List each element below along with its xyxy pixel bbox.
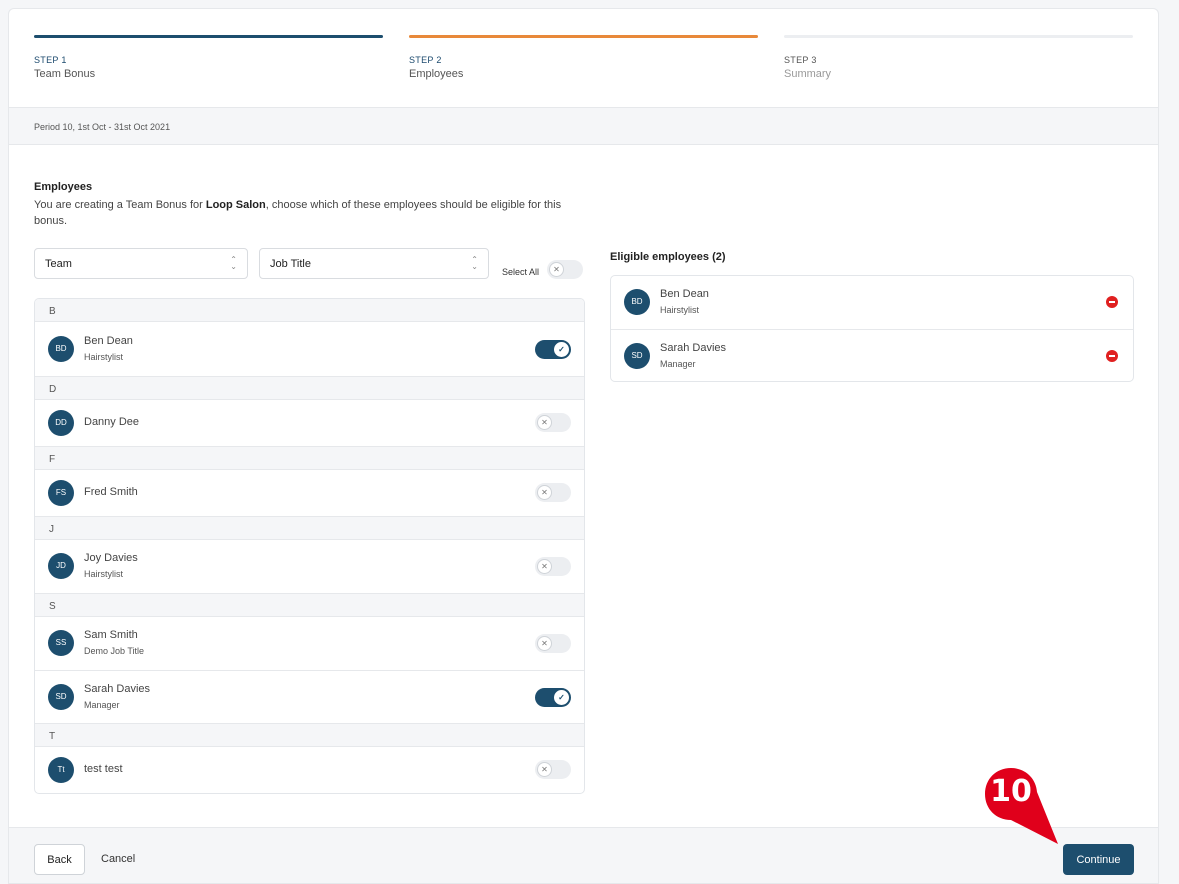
remove-circle-icon[interactable] [1106,350,1118,362]
step-3: STEP 3 Summary [784,35,1133,80]
employee-title: Manager [660,359,696,369]
employee-row-ben-dean[interactable]: BD Ben Dean Hairstylist ✓ [35,323,584,376]
employee-row-sarah-davies[interactable]: SD Sarah Davies Manager ✓ [35,670,584,723]
desc-salon-name: Loop Salon [205,199,266,211]
employee-name: Ben Dean [84,335,133,347]
avatar: SS [48,630,74,656]
job-title-select[interactable]: Job Title ⌃ ⌄ [259,248,489,279]
avatar: BD [624,289,650,315]
employee-name: Danny Dee [84,416,140,428]
employee-title: Hairstylist [84,569,124,579]
stepper: STEP 1 Team Bonus STEP 2 Employees STEP … [34,35,1134,95]
select-all-toggle[interactable]: ✕ [547,260,583,279]
callout-number: 10 [990,774,1032,809]
period-label: Period 10, 1st Oct - 31st Oct 2021 [34,122,171,132]
chevron-updown-icon: ⌃ ⌄ [230,255,237,271]
step-2-bar [409,35,758,38]
x-icon: ✕ [537,415,552,430]
employee-name: Sam Smith [84,629,138,641]
employee-name: Joy Davies [84,552,138,564]
eligible-toggle[interactable]: ✕ [535,413,571,432]
employee-name: test test [84,763,123,775]
avatar: BD [48,336,74,362]
group-letter: T [49,731,56,742]
eligible-row-sarah-davies: SD Sarah Davies Manager [611,329,1133,381]
group-header-b: B [35,299,584,322]
avatar: SD [624,343,650,369]
step-2-name: Employees [409,68,464,80]
job-title-select-label: Job Title [270,258,311,270]
employee-row-joy-davies[interactable]: JD Joy Davies Hairstylist ✕ [35,540,584,593]
x-icon: ✕ [549,262,564,277]
employee-name: Fred Smith [84,486,138,498]
step-callout-marker: 10 [983,766,1059,846]
eligible-employees-title: Eligible employees (2) [610,251,726,263]
chevron-updown-icon: ⌃ ⌄ [471,255,478,271]
employee-name: Ben Dean [660,288,709,300]
cancel-link[interactable]: Cancel [101,853,135,865]
avatar: DD [48,410,74,436]
employee-title: Hairstylist [84,352,124,362]
step-2: STEP 2 Employees [409,35,758,80]
employee-row-danny-dee[interactable]: DD Danny Dee ✕ [35,400,584,446]
employee-row-fred-smith[interactable]: FS Fred Smith ✕ [35,470,584,516]
desc-text-before: You are creating a Team Bonus for [34,199,206,211]
continue-button[interactable]: Continue [1063,844,1134,875]
eligible-toggle[interactable]: ✓ [535,688,571,707]
step-3-name: Summary [784,68,832,80]
check-icon: ✓ [554,690,569,705]
employee-title: Demo Job Title [84,646,145,656]
group-header-j: J [35,516,584,540]
group-header-t: T [35,723,584,747]
group-header-s: S [35,593,584,617]
x-icon: ✕ [537,559,552,574]
avatar: Tt [48,757,74,783]
eligible-row-ben-dean: BD Ben Dean Hairstylist [611,276,1133,329]
employee-name: Sarah Davies [84,683,151,695]
team-select-label: Team [45,258,72,270]
x-icon: ✕ [537,762,552,777]
section-title: Employees [34,181,93,193]
avatar: JD [48,553,74,579]
eligible-toggle[interactable]: ✓ [535,340,571,359]
group-letter: J [49,524,54,535]
eligible-toggle[interactable]: ✕ [535,483,571,502]
step-3-number: STEP 3 [784,55,817,65]
employee-title: Manager [84,700,120,710]
step-1-name: Team Bonus [34,68,96,80]
avatar: SD [48,684,74,710]
eligible-toggle[interactable]: ✕ [535,557,571,576]
step-3-bar [784,35,1133,38]
group-letter: F [49,454,56,465]
avatar: FS [48,480,74,506]
step-1-number: STEP 1 [34,55,67,65]
check-icon: ✓ [554,342,569,357]
group-letter: B [49,306,56,317]
group-letter: S [49,601,56,612]
employee-name: Sarah Davies [660,342,727,354]
period-bar: Period 10, 1st Oct - 31st Oct 2021 [9,107,1158,145]
group-header-d: D [35,376,584,400]
employee-list: B BD Ben Dean Hairstylist ✓ D DD Danny D… [34,298,585,794]
remove-circle-icon[interactable] [1106,296,1118,308]
back-button[interactable]: Back [34,844,85,875]
employee-title: Hairstylist [660,305,700,315]
x-icon: ✕ [537,485,552,500]
eligible-toggle[interactable]: ✕ [535,634,571,653]
wizard-card: STEP 1 Team Bonus STEP 2 Employees STEP … [8,8,1159,884]
x-icon: ✕ [537,636,552,651]
team-select[interactable]: Team ⌃ ⌄ [34,248,248,279]
step-1-bar [34,35,383,38]
step-2-number: STEP 2 [409,55,442,65]
eligible-employees-list: BD Ben Dean Hairstylist SD Sarah Davies … [610,275,1134,382]
select-all-label: Select All [502,267,540,277]
employee-row-test-test[interactable]: Tt test test ✕ [35,747,584,793]
step-1: STEP 1 Team Bonus [34,35,383,80]
group-header-f: F [35,446,584,470]
employee-row-sam-smith[interactable]: SS Sam Smith Demo Job Title ✕ [35,617,584,670]
group-letter: D [49,384,57,395]
eligible-toggle[interactable]: ✕ [535,760,571,779]
section-description: You are creating a Team Bonus for Loop S… [34,197,564,229]
